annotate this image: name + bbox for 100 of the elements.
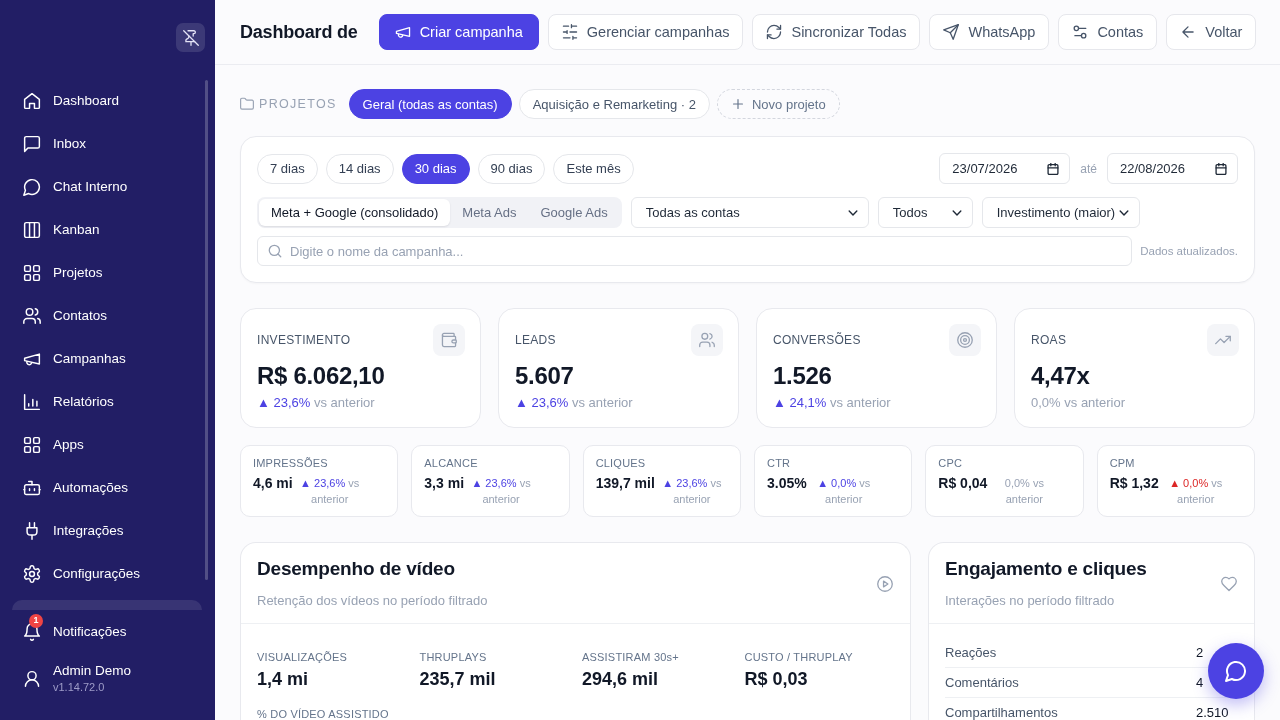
row-value: 4 <box>1196 675 1205 690</box>
megaphone-icon <box>394 24 411 40</box>
change-text: ▲ 23,6% vs anterior <box>299 476 361 507</box>
nav-item[interactable]: Campanhas <box>10 337 201 380</box>
metric-value: 4,6 mi <box>253 474 293 493</box>
nav-item[interactable]: Kanban <box>10 208 201 251</box>
toggles-icon <box>1072 24 1089 40</box>
folder-icon <box>240 97 254 111</box>
kpi-value: R$ 6.062,10 <box>257 361 385 391</box>
columns-icon <box>23 220 41 239</box>
source-tab[interactable]: Meta Ads <box>450 199 529 226</box>
bell-icon <box>23 622 41 641</box>
manage-campaigns-button[interactable]: Gerenciar campanhas <box>547 14 744 50</box>
trend-up-icon <box>1207 324 1239 356</box>
period-chip[interactable]: 14 dias <box>325 153 394 184</box>
period-chip[interactable]: 90 dias <box>477 153 546 184</box>
kpi-value: 4,47x <box>1031 361 1090 391</box>
nav-item[interactable]: Apps <box>10 423 201 466</box>
nav-item[interactable]: 1 Notificações <box>10 610 201 653</box>
metric-label: CTR <box>767 456 791 470</box>
app-version: v1.14.72.0 <box>53 680 105 695</box>
page-title: Dashboard de <box>240 21 358 43</box>
chat-bubble-icon <box>1225 660 1247 682</box>
date-field[interactable]: 22/08/2026 <box>1107 153 1238 184</box>
project-chip[interactable]: Aquisição e Remarketing · 2 <box>518 89 710 119</box>
source-tab[interactable]: Meta + Google (consolidado) <box>259 199 451 226</box>
kpi-label: LEADS <box>515 333 556 347</box>
row-value: 2.510 <box>1196 705 1230 720</box>
change-text: ▲ 23,6% vs anterior <box>470 476 532 507</box>
change-text: 0,0% vs anterior <box>1003 476 1045 507</box>
nav-item[interactable]: Chat Interno <box>10 165 201 208</box>
nav-item[interactable]: Projetos <box>10 251 201 294</box>
paper-plane-icon <box>943 24 960 40</box>
period-chip[interactable]: 7 dias <box>257 153 318 184</box>
sync-all-button[interactable]: Sincronizar Todas <box>752 14 921 50</box>
grid-icon <box>23 263 41 282</box>
kpi-value: 1.526 <box>773 361 832 391</box>
plus-icon <box>731 97 745 111</box>
metric-value: 139,7 mil <box>595 474 655 493</box>
back-button[interactable]: Voltar <box>1166 14 1257 50</box>
change-text: ▲ 0,0% vs anterior <box>816 476 872 507</box>
pin-toggle-button[interactable] <box>176 23 205 52</box>
dropdown[interactable]: Todos <box>877 197 973 228</box>
speech-bubble-icon <box>23 134 41 153</box>
nav-item[interactable]: Integrações <box>10 509 201 552</box>
chat-bubble-icon <box>23 177 41 196</box>
section-label: PROJETOS <box>259 97 337 111</box>
create-campaign-button[interactable]: Criar campanha <box>378 14 539 50</box>
search-field[interactable]: Digite o nome da campanha... <box>257 236 1133 266</box>
kpi-label: INVESTIMENTO <box>257 333 351 347</box>
kpi-value: 5.607 <box>515 361 574 391</box>
sliders-icon <box>561 24 578 40</box>
stat-value: 1,4 mi <box>257 668 309 691</box>
refresh-icon <box>766 24 783 40</box>
period-chip[interactable]: 30 dias <box>401 153 470 184</box>
nav-item[interactable]: Dashboard <box>10 79 201 122</box>
panel-subtitle: Interações no período filtrado <box>945 592 1115 610</box>
nav-item[interactable]: Relatórios <box>10 380 201 423</box>
change-text: ▲ 24,1% vs anterior <box>773 394 891 412</box>
row-label: Reações <box>945 645 997 660</box>
nav-item[interactable]: Contatos <box>10 294 201 337</box>
change-text: ▲ 23,6% vs anterior <box>515 394 633 412</box>
bar-chart-icon <box>23 392 41 411</box>
robot-icon <box>23 478 41 497</box>
dropdown[interactable]: Investimento (maior) <box>981 197 1140 228</box>
metric-label: ALCANCE <box>424 456 478 470</box>
stat-value: R$ 0,03 <box>744 668 808 691</box>
grid-icon <box>23 435 41 454</box>
nav-item[interactable]: Configurações <box>10 552 201 595</box>
panel-title: Desempenho de vídeo <box>257 557 455 581</box>
row-value: 2 <box>1196 645 1205 660</box>
nav-item[interactable]: Automações <box>10 466 201 509</box>
date-field[interactable]: 23/07/2026 <box>939 153 1071 184</box>
accounts-button[interactable]: Contas <box>1058 14 1158 50</box>
metric-label: IMPRESSÕES <box>253 456 328 470</box>
source-tab[interactable]: Google Ads <box>528 199 620 226</box>
house-icon <box>23 91 41 110</box>
section-label: % DO VÍDEO ASSISTIDO <box>257 707 389 720</box>
wallet-icon <box>433 324 465 356</box>
search-icon <box>268 244 282 258</box>
settings-icon <box>23 564 41 583</box>
users-icon <box>691 324 723 356</box>
heart-icon <box>1221 576 1237 592</box>
stat-value: 294,6 mil <box>582 668 659 691</box>
user-icon <box>23 669 41 688</box>
project-chip[interactable]: Geral (todas as contas) <box>348 89 512 119</box>
panel-subtitle: Retenção dos vídeos no período filtrado <box>257 592 488 610</box>
row-label: Comentários <box>945 675 1019 690</box>
period-chip[interactable]: Este mês <box>553 153 634 184</box>
change-text: 0,0% vs anterior <box>1031 394 1125 412</box>
nav-item[interactable]: Inbox <box>10 122 201 165</box>
stat-label: VISUALIZAÇÕES <box>257 650 347 664</box>
scrollbar-thumb[interactable] <box>205 80 208 580</box>
stat-value: 235,7 mil <box>419 668 496 691</box>
panel-title: Engajamento e cliques <box>945 557 1147 581</box>
arrow-left-icon <box>1180 24 1197 40</box>
stat-label: ASSISTIRAM 30s+ <box>582 650 679 664</box>
dropdown[interactable]: Todas as contas <box>630 197 869 228</box>
whatsapp-button[interactable]: WhatsApp <box>929 14 1050 50</box>
change-text: ▲ 23,6% vs anterior <box>661 476 723 507</box>
